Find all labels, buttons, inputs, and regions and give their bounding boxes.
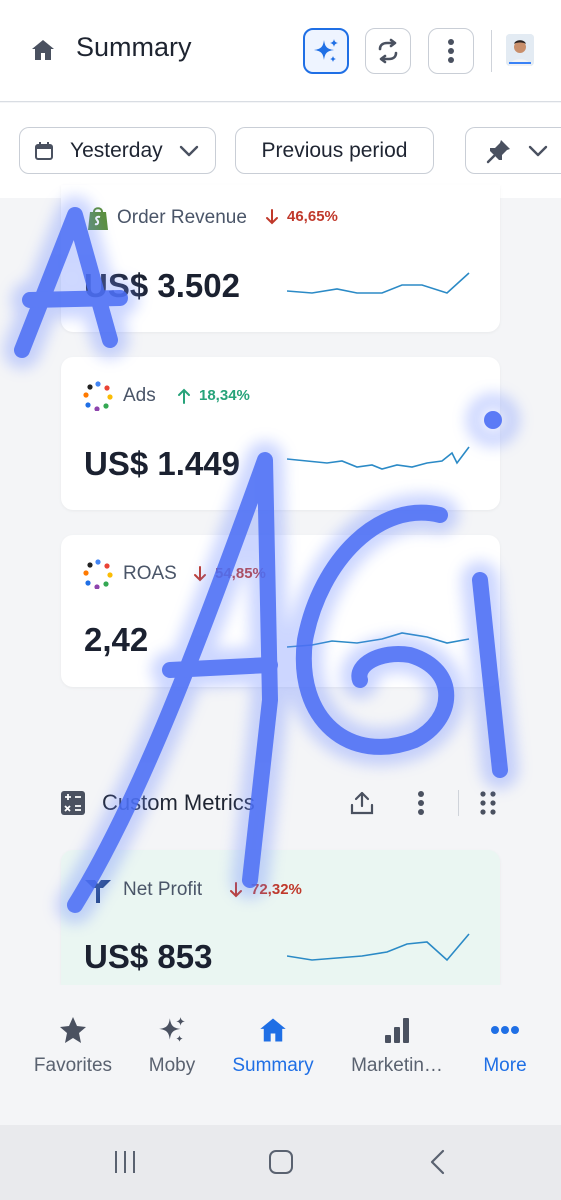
metric-title: Ads [123,385,156,406]
delta-value: 18,34% [199,387,250,404]
delta-badge: 46,65% [265,208,338,225]
nav-favorites[interactable]: Favorites [18,1013,128,1077]
drag-handle[interactable] [473,788,503,818]
metric-card-net-profit[interactable]: Net Profit 72,32% US$ 853 [61,850,500,985]
arrow-down-icon [230,881,242,897]
dots-ring-icon [83,559,113,589]
more-options-button[interactable] [428,28,474,74]
nav-moby[interactable]: Moby [117,1013,227,1077]
section-more-button[interactable] [406,788,436,818]
calculator-icon [61,791,85,815]
custom-metrics-title: Custom Metrics [102,790,255,815]
back-icon[interactable] [428,1149,448,1175]
home-icon [260,1018,286,1042]
date-range-dropdown[interactable]: Yesterday [19,127,216,174]
section-divider [458,790,459,816]
sparkline-chart [287,632,470,648]
metric-card-roas[interactable]: ROAS 54,85% 2,42 [61,535,500,687]
chevron-down-icon [179,145,198,156]
delta-value: 54,85% [215,565,266,582]
delta-badge: 72,32% [229,881,302,898]
calendar-icon [35,141,53,160]
delta-value: 46,65% [287,208,338,225]
metric-value: 2,42 [84,621,149,658]
grip-icon [480,791,496,815]
avatar[interactable] [506,34,534,66]
chevron-down-icon [528,145,548,156]
shopify-icon [88,207,108,230]
refresh-button[interactable] [365,28,411,74]
star-icon [60,1017,86,1043]
vertical-dots-icon [418,791,424,815]
metric-title: Order Revenue [117,207,247,228]
metric-title: Net Profit [123,879,203,900]
compare-period-button[interactable]: Previous period [235,127,434,174]
nav-label: Moby [148,1055,196,1076]
sparkles-icon [159,1017,185,1042]
nav-more[interactable]: More [450,1013,560,1077]
dots-ring-icon [83,381,113,411]
share-icon [350,791,374,815]
more-dots-icon [491,1026,519,1034]
metric-value: US$ 3.502 [84,267,240,304]
metric-title: ROAS [123,563,177,584]
nav-marketing[interactable]: Marketin… [342,1013,452,1077]
home-button-icon[interactable] [268,1149,294,1175]
sparkline-chart [287,933,470,962]
top-bar: Summary [0,0,561,102]
pin-dropdown[interactable] [465,127,561,174]
sparkles-icon [314,39,338,62]
header-divider [491,30,492,72]
refresh-icon [378,38,398,64]
nav-label: More [483,1055,527,1076]
sparkline-chart [287,272,470,294]
bottom-navigation: Favorites Moby Summary Marketin… More [0,985,561,1125]
metric-card-order-revenue[interactable]: Order Revenue 46,65% US$ 3.502 [61,185,500,332]
arrow-up-icon [178,388,190,404]
triple-whale-icon [85,880,111,903]
bar-chart-icon [385,1018,409,1043]
nav-label: Favorites [33,1055,113,1076]
nav-label: Marketin… [351,1055,443,1076]
user-avatar-icon [506,34,534,66]
compare-period-label: Previous period [261,138,408,162]
arrow-down-icon [266,208,278,224]
system-nav-bar [0,1125,561,1200]
recent-apps-icon[interactable] [112,1149,138,1175]
ai-assistant-button[interactable] [303,28,349,74]
arrow-down-icon [194,565,206,581]
filters-bar: Yesterday Previous period [0,103,561,198]
home-icon[interactable] [30,38,56,62]
delta-value: 72,32% [251,881,302,898]
delta-badge: 54,85% [193,565,266,582]
date-range-label: Yesterday [70,138,163,162]
nav-summary[interactable]: Summary [218,1013,328,1077]
sparkline-chart [287,446,470,470]
share-button[interactable] [347,788,377,818]
metric-value: US$ 853 [84,938,213,975]
page-title: Summary [76,32,192,62]
pin-icon [486,139,510,163]
vertical-dots-icon [448,39,454,63]
metric-card-ads[interactable]: Ads 18,34% US$ 1.449 [61,357,500,510]
nav-label: Summary [232,1055,314,1076]
delta-badge: 18,34% [177,387,250,404]
metric-value: US$ 1.449 [84,445,240,482]
